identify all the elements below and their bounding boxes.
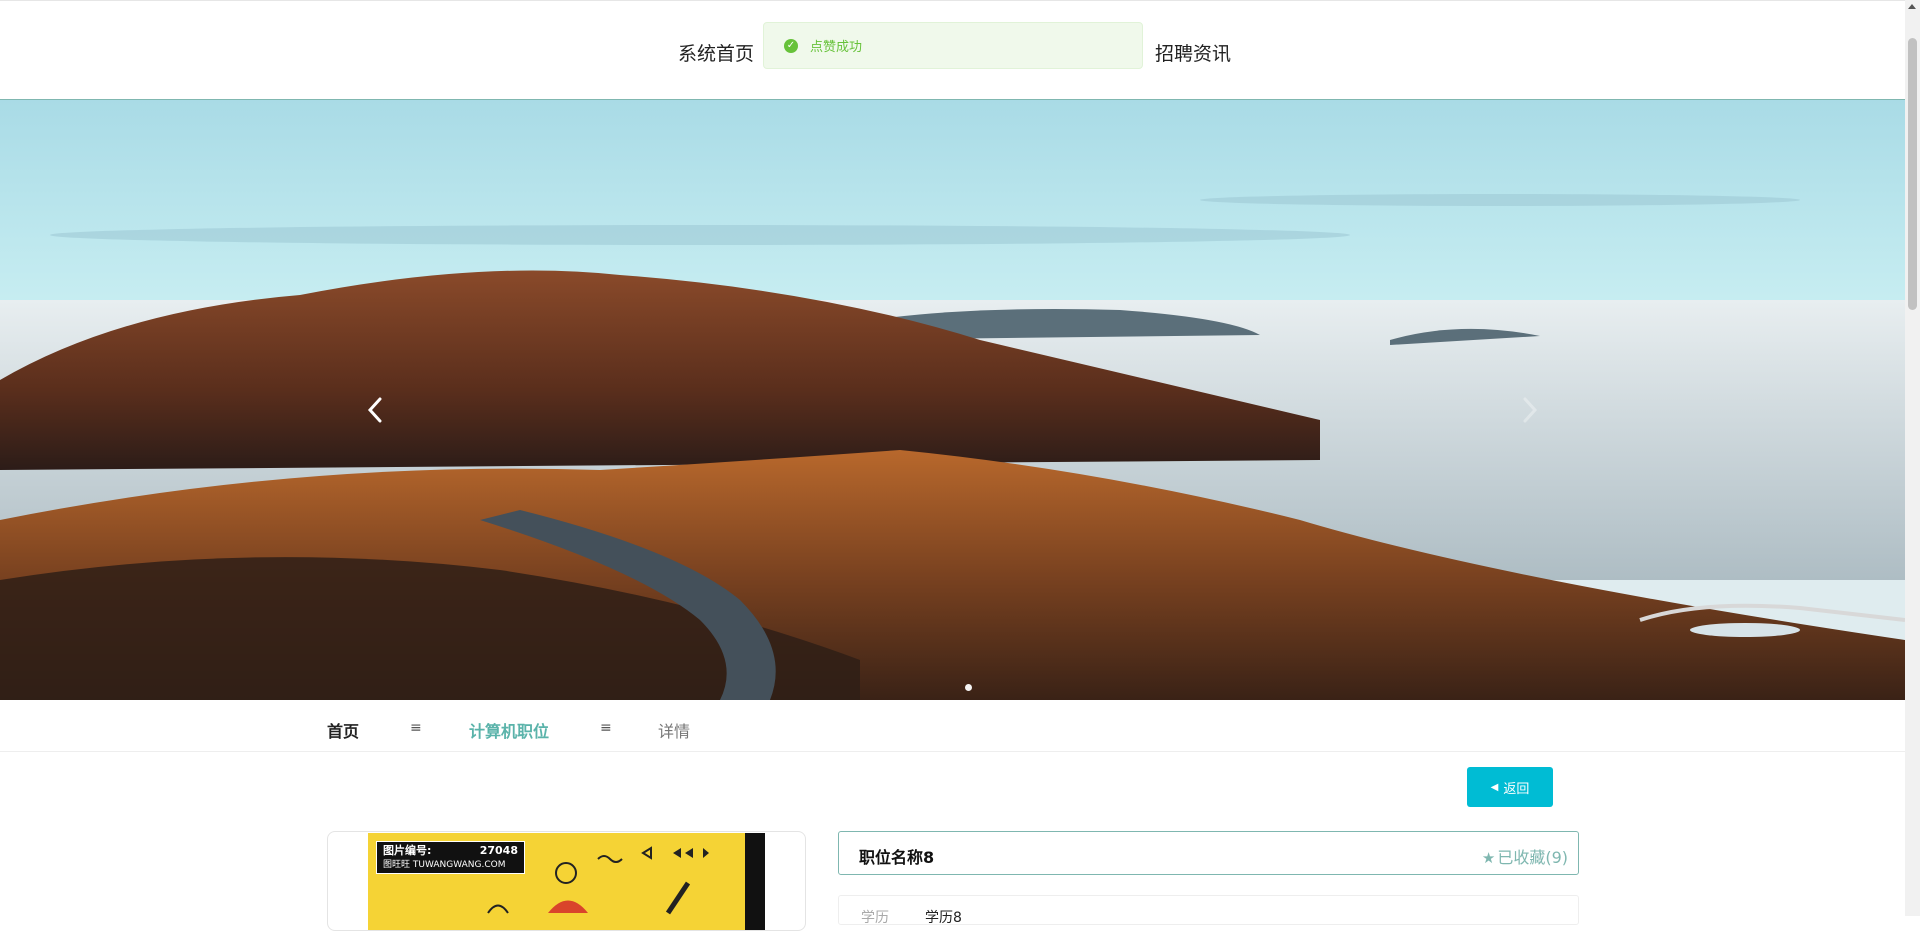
breadcrumb-separator: ≡ <box>600 720 612 736</box>
favorite-label: 已收藏(9) <box>1497 848 1568 867</box>
breadcrumb-separator: ≡ <box>410 720 422 736</box>
job-image-card: 图片编号: 27048 图旺旺 TUWANGWANG.COM <box>327 831 806 931</box>
banner-landscape-image <box>0 100 1905 700</box>
carousel-prev-button[interactable] <box>355 390 395 430</box>
breadcrumb-current: 详情 <box>658 722 691 741</box>
back-button[interactable]: ◀ 返回 <box>1467 767 1553 807</box>
breadcrumb-category[interactable]: 计算机职位 <box>469 718 549 742</box>
breadcrumb: 首页 ≡ 计算机职位 ≡ 详情 <box>0 700 1905 752</box>
chevron-left-icon <box>367 397 382 423</box>
top-nav: 系统首页 ✓ 点赞成功 招聘资讯 <box>0 0 1905 100</box>
carousel-indicators <box>965 684 972 691</box>
carousel-next-button[interactable] <box>1510 390 1550 430</box>
page-scrollbar[interactable] <box>1905 0 1920 916</box>
check-circle-icon: ✓ <box>784 38 798 53</box>
nav-item-news[interactable]: 招聘资讯 <box>1155 39 1231 66</box>
education-label: 学历 <box>861 910 889 926</box>
scroll-up-arrow-icon[interactable] <box>1908 4 1916 9</box>
success-toast: ✓ 点赞成功 <box>763 22 1143 69</box>
nav-item-home[interactable]: 系统首页 <box>678 39 754 66</box>
chevron-right-icon <box>1523 397 1538 423</box>
scrollbar-thumb[interactable] <box>1908 38 1917 310</box>
star-icon: ★ <box>1481 849 1496 867</box>
job-title-card: 职位名称8 ★ 已收藏(9) <box>838 831 1579 875</box>
carousel-dot[interactable] <box>965 684 972 691</box>
back-button-label: 返回 <box>1503 781 1530 797</box>
favorite-button[interactable]: ★ 已收藏(9) <box>1482 844 1568 868</box>
toast-message: 点赞成功 <box>810 40 863 55</box>
banner-carousel <box>0 100 1905 700</box>
education-row: 学历 学历8 <box>838 895 1579 926</box>
job-poster-image: 图片编号: 27048 图旺旺 TUWANGWANG.COM <box>368 833 765 930</box>
breadcrumb-home[interactable]: 首页 <box>327 718 359 742</box>
caret-left-icon: ◀ <box>1490 781 1499 793</box>
education-value: 学历8 <box>925 910 962 926</box>
poster-doodle-graphic <box>487 846 709 915</box>
job-title: 职位名称8 <box>859 848 935 867</box>
